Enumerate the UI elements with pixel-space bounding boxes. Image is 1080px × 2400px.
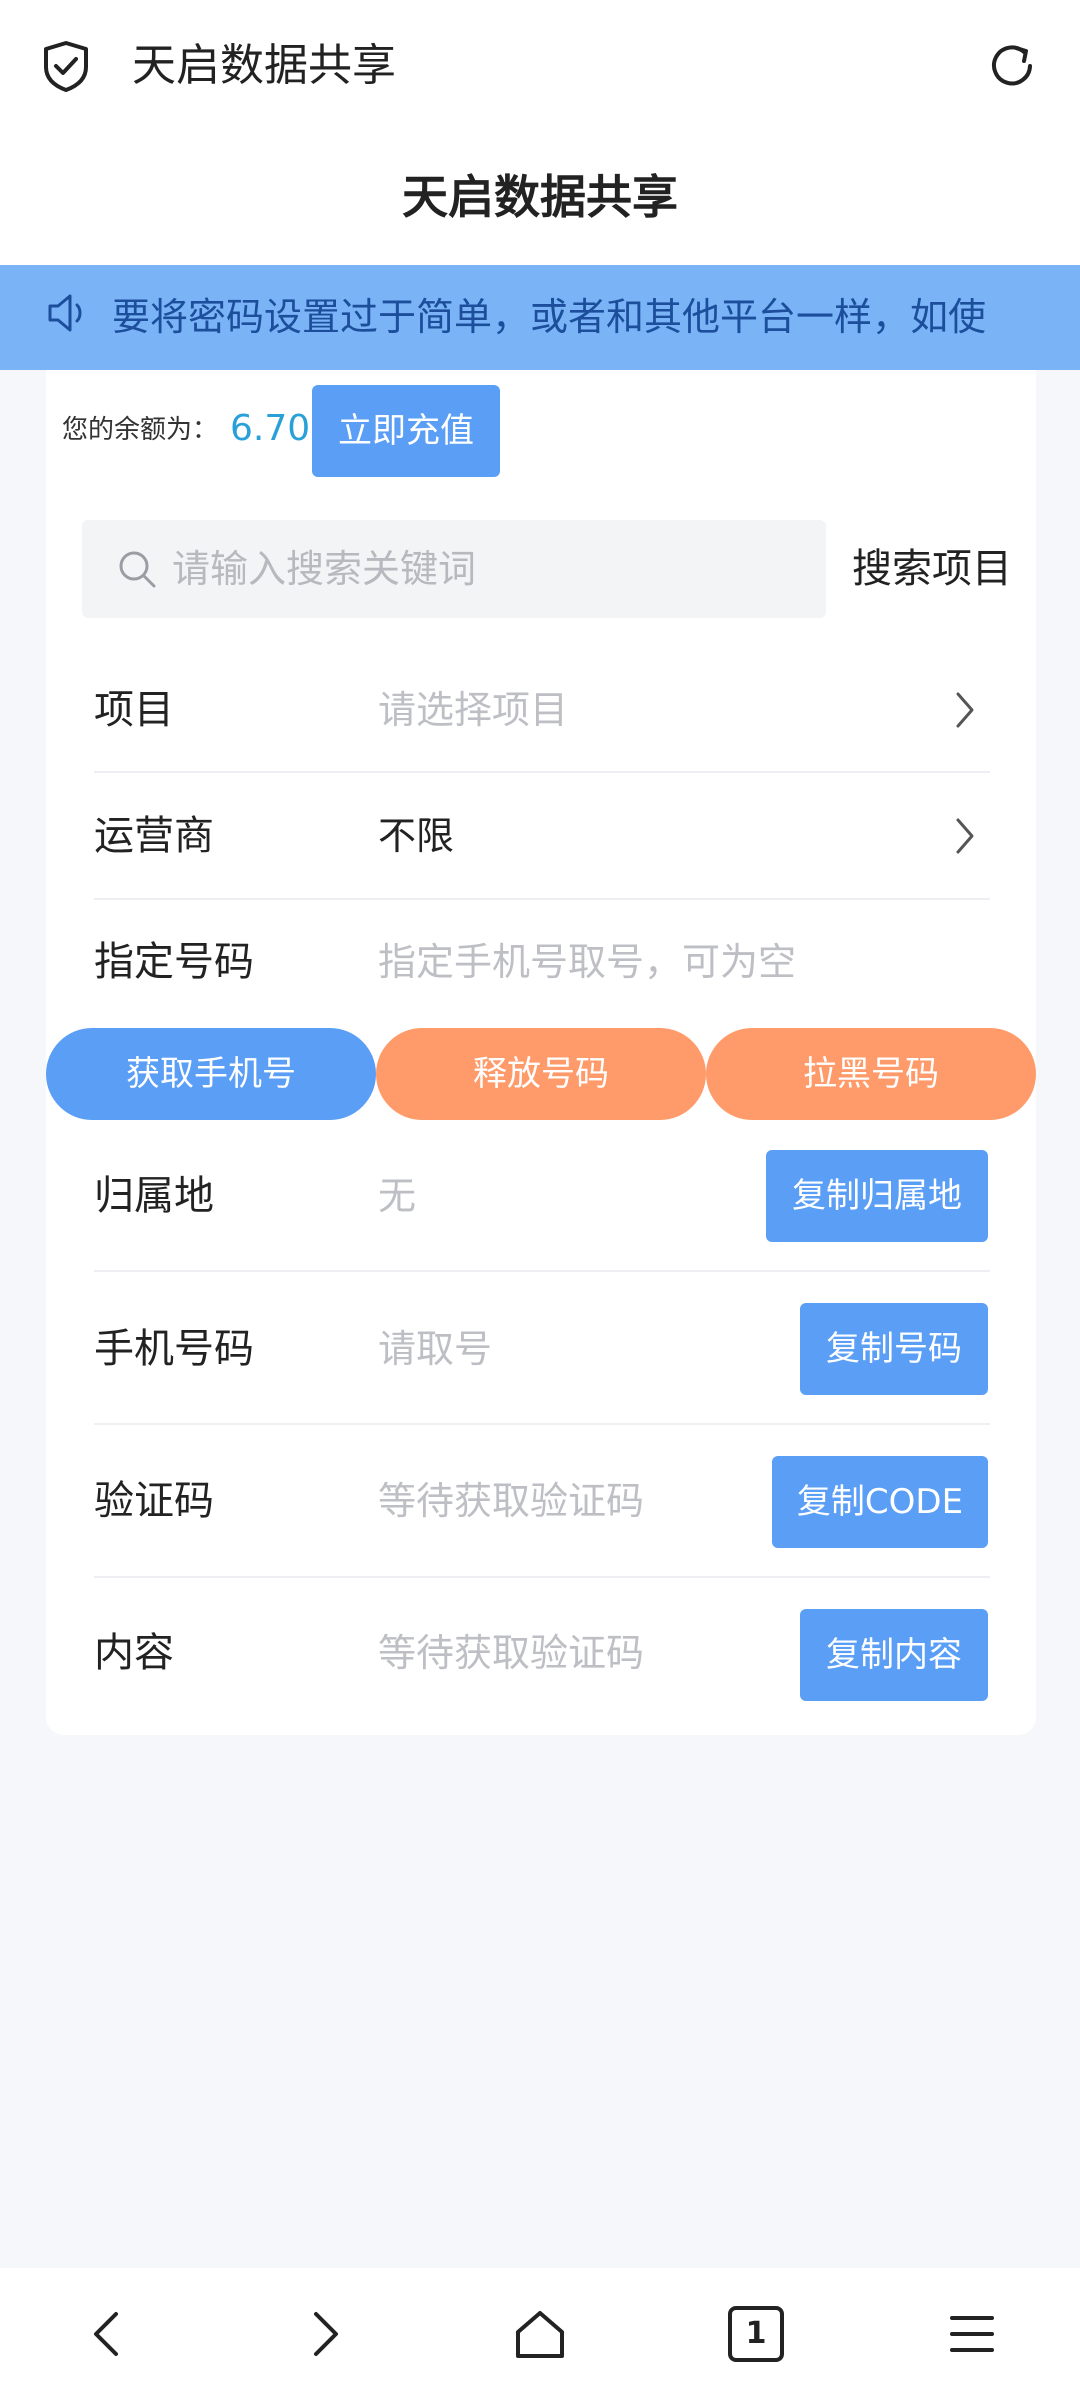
notice-text: 要将密码设置过于简单，或者和其他平台一样，如使: [112, 295, 987, 339]
chevron-right-icon[interactable]: [950, 814, 980, 858]
code-label: 验证码: [94, 1478, 214, 1524]
blacklist-number-button[interactable]: 拉黑号码: [706, 1028, 1036, 1120]
copy-content-button[interactable]: 复制内容: [800, 1609, 988, 1701]
content-value: 等待获取验证码: [378, 1631, 645, 1675]
content-label: 内容: [94, 1630, 174, 1676]
speaker-icon: [48, 294, 82, 332]
search-icon: [119, 551, 156, 588]
menu-icon[interactable]: [944, 2306, 1000, 2362]
location-label: 归属地: [94, 1173, 214, 1219]
get-phone-button[interactable]: 获取手机号: [46, 1028, 376, 1120]
copy-code-button[interactable]: 复制CODE: [772, 1456, 988, 1548]
location-value: 无: [378, 1174, 417, 1218]
specified-number-label: 指定号码: [94, 939, 254, 985]
release-number-button[interactable]: 释放号码: [376, 1028, 706, 1120]
divider: [94, 771, 990, 773]
carrier-select[interactable]: 不限: [378, 806, 454, 866]
chevron-right-icon[interactable]: [950, 688, 980, 732]
back-icon[interactable]: [80, 2306, 136, 2362]
search-project-button[interactable]: 搜索项目: [852, 538, 1012, 600]
specified-number-input[interactable]: 指定手机号取号，可为空: [378, 932, 796, 992]
code-value: 等待获取验证码: [378, 1479, 645, 1523]
balance-label: 您的余额为：: [62, 415, 219, 445]
project-label: 项目: [94, 687, 174, 733]
phone-value: 请取号: [378, 1327, 493, 1371]
carrier-label: 运营商: [94, 813, 214, 859]
tabs-icon[interactable]: 1: [728, 2306, 784, 2362]
page-header: 天启数据共享: [0, 130, 1080, 265]
shield-check-icon[interactable]: [38, 38, 94, 94]
home-icon[interactable]: [512, 2306, 568, 2362]
phone-label: 手机号码: [94, 1326, 254, 1372]
notice-bar[interactable]: 要将密码设置过于简单，或者和其他平台一样，如使: [0, 265, 1080, 370]
divider: [94, 898, 990, 900]
search-input[interactable]: [172, 530, 812, 608]
copy-phone-button[interactable]: 复制号码: [800, 1303, 988, 1395]
browser-title: 天启数据共享: [132, 40, 396, 91]
divider: [94, 1576, 990, 1578]
project-select[interactable]: 请选择项目: [378, 680, 568, 740]
recharge-button[interactable]: 立即充值: [312, 385, 500, 477]
forward-icon[interactable]: [296, 2306, 352, 2362]
copy-location-button[interactable]: 复制归属地: [766, 1150, 988, 1242]
balance-value: 6.70: [230, 408, 311, 449]
divider: [94, 1423, 990, 1425]
page-title: 天启数据共享: [402, 170, 678, 224]
divider: [94, 1270, 990, 1272]
refresh-icon[interactable]: [984, 38, 1040, 94]
